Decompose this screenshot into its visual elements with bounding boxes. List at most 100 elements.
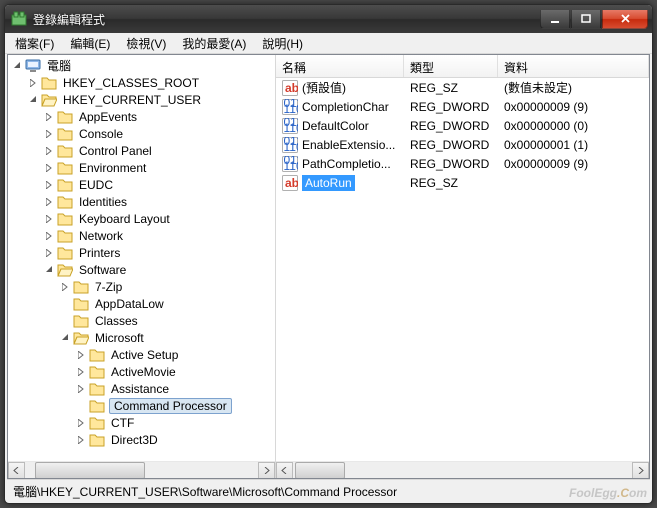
close-button[interactable] [602,10,648,29]
scroll-left-icon[interactable] [276,462,293,479]
scroll-left-icon[interactable] [8,462,25,479]
scroll-thumb[interactable] [295,462,345,479]
collapse-icon[interactable] [26,96,41,104]
tree-item[interactable]: AppEvents [8,108,275,125]
tree-item[interactable]: Microsoft [8,329,275,346]
list-hscroll[interactable] [276,461,649,478]
expand-icon[interactable] [42,113,57,121]
expand-icon[interactable] [74,385,89,393]
tree-item[interactable]: 7-Zip [8,278,275,295]
scroll-right-icon[interactable] [258,462,275,479]
tree-item[interactable]: Identities [8,193,275,210]
tree-item[interactable]: AppDataLow [8,295,275,312]
collapse-icon[interactable] [10,62,25,70]
tree-label: AppEvents [77,110,139,124]
tree-item[interactable]: Command Processor [8,397,275,414]
collapse-icon[interactable] [58,334,73,342]
registry-editor-window: 登錄編輯程式 檔案(F) 編輯(E) 檢視(V) 我的最愛(A) 說明(H) 電… [4,4,653,504]
expand-icon[interactable] [42,164,57,172]
tree-item[interactable]: ActiveMovie [8,363,275,380]
expand-icon[interactable] [42,181,57,189]
folder-closed-icon [57,177,73,193]
value-name: (預設值) [302,79,346,96]
folder-closed-icon [57,126,73,142]
tree-label: CTF [109,416,136,430]
menu-help[interactable]: 說明(H) [254,33,311,54]
expand-icon[interactable] [42,232,57,240]
tree-item[interactable]: Assistance [8,380,275,397]
values-list[interactable]: (預設值)REG_SZ(數值未設定)CompletionCharREG_DWOR… [276,78,649,461]
column-type[interactable]: 類型 [404,55,498,77]
folder-closed-icon [57,211,73,227]
status-bar: 電腦\HKEY_CURRENT_USER\Software\Microsoft\… [7,479,650,501]
expand-icon[interactable] [42,198,57,206]
value-row[interactable]: CompletionCharREG_DWORD0x00000009 (9) [276,97,649,116]
value-row[interactable]: DefaultColorREG_DWORD0x00000000 (0) [276,116,649,135]
folder-closed-icon [89,347,105,363]
tree-item[interactable]: Direct3D [8,431,275,448]
tree-item[interactable]: 電腦 [8,57,275,74]
value-row[interactable]: AutoRunREG_SZ [276,173,649,192]
column-data[interactable]: 資料 [498,55,649,77]
folder-closed-icon [89,381,105,397]
expand-icon[interactable] [26,79,41,87]
tree-item[interactable]: Console [8,125,275,142]
menu-file[interactable]: 檔案(F) [7,33,62,54]
folder-closed-icon [73,296,89,312]
value-row[interactable]: EnableExtensio...REG_DWORD0x00000001 (1) [276,135,649,154]
value-data: 0x00000009 (9) [498,100,649,114]
scroll-thumb[interactable] [35,462,145,479]
tree-label: Console [77,127,125,141]
expand-icon[interactable] [42,249,57,257]
scroll-right-icon[interactable] [632,462,649,479]
minimize-button[interactable] [540,10,570,29]
value-type: REG_DWORD [404,119,498,133]
tree-item[interactable]: HKEY_CURRENT_USER [8,91,275,108]
column-name[interactable]: 名稱 [276,55,404,77]
tree-item[interactable]: Classes [8,312,275,329]
title-bar[interactable]: 登錄編輯程式 [5,5,652,33]
string-value-icon [282,175,298,191]
value-row[interactable]: (預設值)REG_SZ(數值未設定) [276,78,649,97]
expand-icon[interactable] [74,419,89,427]
tree-hscroll[interactable] [8,461,275,478]
maximize-button[interactable] [571,10,601,29]
tree-label: Environment [77,161,148,175]
tree-item[interactable]: CTF [8,414,275,431]
value-name: AutoRun [302,175,355,191]
tree-item[interactable]: EUDC [8,176,275,193]
registry-tree[interactable]: 電腦HKEY_CLASSES_ROOTHKEY_CURRENT_USER AppE… [8,55,275,461]
tree-label: Printers [77,246,122,260]
window-title: 登錄編輯程式 [33,11,540,28]
expand-icon[interactable] [42,147,57,155]
expand-icon[interactable] [58,283,73,291]
menu-favorites[interactable]: 我的最愛(A) [174,33,254,54]
tree-item[interactable]: Control Panel [8,142,275,159]
value-name: EnableExtensio... [302,138,395,152]
tree-item[interactable]: Software [8,261,275,278]
menu-view[interactable]: 檢視(V) [118,33,174,54]
tree-label: ActiveMovie [109,365,178,379]
watermark: FoolEgg.Com [569,481,647,502]
value-data: 0x00000009 (9) [498,157,649,171]
tree-pane: 電腦HKEY_CLASSES_ROOTHKEY_CURRENT_USER AppE… [8,55,276,478]
value-row[interactable]: PathCompletio...REG_DWORD0x00000009 (9) [276,154,649,173]
tree-item[interactable]: Active Setup [8,346,275,363]
tree-label: EUDC [77,178,115,192]
tree-item[interactable]: Network [8,227,275,244]
tree-label: Classes [93,314,140,328]
tree-item[interactable]: Printers [8,244,275,261]
folder-closed-icon [57,194,73,210]
expand-icon[interactable] [74,436,89,444]
value-type: REG_SZ [404,81,498,95]
expand-icon[interactable] [42,130,57,138]
tree-item[interactable]: HKEY_CLASSES_ROOT [8,74,275,91]
expand-icon[interactable] [74,351,89,359]
expand-icon[interactable] [42,215,57,223]
expand-icon[interactable] [74,368,89,376]
tree-item[interactable]: Environment [8,159,275,176]
tree-item[interactable]: Keyboard Layout [8,210,275,227]
folder-closed-icon [57,228,73,244]
menu-edit[interactable]: 編輯(E) [62,33,118,54]
collapse-icon[interactable] [42,266,57,274]
